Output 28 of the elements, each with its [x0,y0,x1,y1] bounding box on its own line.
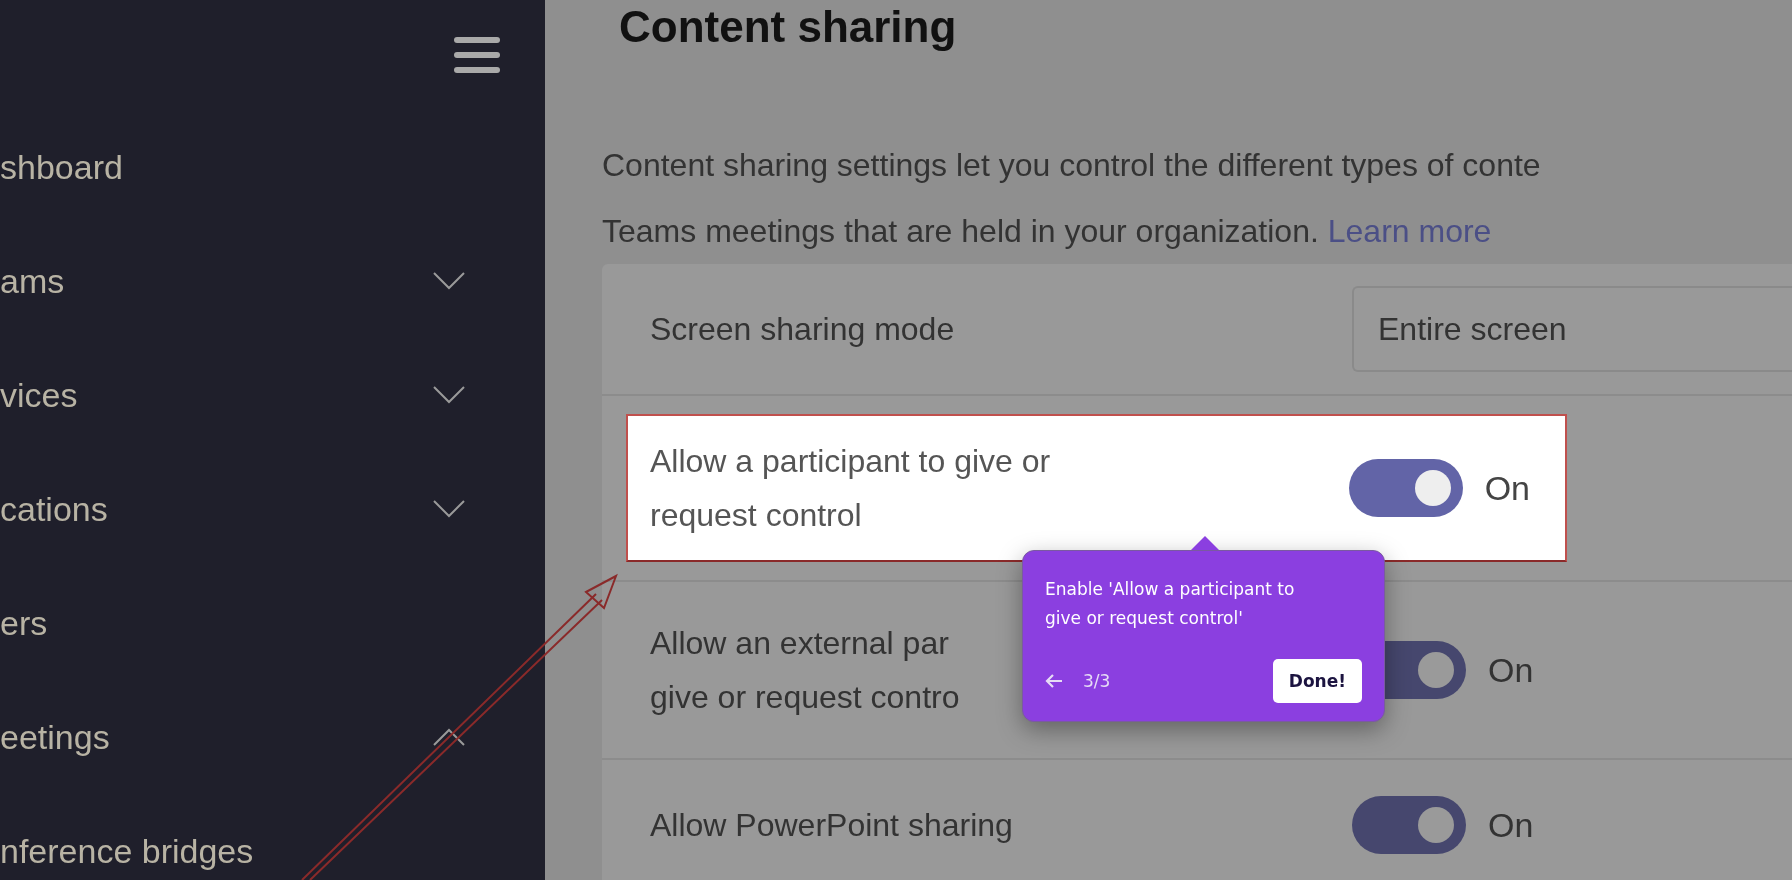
toggle-state: On [1488,805,1534,845]
setting-label: Allow PowerPoint sharing [650,806,1013,845]
sidebar-item[interactable]: nference bridges [0,831,254,871]
menu-icon[interactable] [454,35,500,75]
chevron-up-icon[interactable] [433,728,465,746]
dropdown-field[interactable]: Entire screen [1352,286,1792,372]
toggle-state: On [1484,468,1530,508]
chevron-down-icon[interactable] [433,500,465,518]
back-arrow-icon[interactable] [1045,674,1063,688]
sidebar-item[interactable]: cations [0,489,108,529]
sidebar-item[interactable]: ers [0,603,48,643]
sidebar-item[interactable]: shboard [0,147,123,187]
tooltip-text: Enable 'Allow a participant to give or request control' [1045,578,1296,630]
sidebar-item[interactable]: vices [0,375,78,415]
sidebar-item[interactable]: eetings [0,717,110,757]
setting-label: Allow a participant to give or request control [650,442,1052,535]
chevron-down-icon[interactable] [433,272,465,290]
setting-label: Allow an external par give or request contro [650,624,960,717]
done-button[interactable]: Done! [1272,659,1362,703]
toggle-switch[interactable] [1348,459,1463,517]
setting-label: Screen sharing mode [650,310,955,349]
chevron-down-icon[interactable] [433,386,465,404]
step-counter: 3/3 [1083,671,1112,691]
toggle-state: On [1488,650,1534,690]
sidebar-item[interactable]: ams [0,261,65,301]
page-title: Content sharing [618,1,958,52]
toggle-switch[interactable] [1352,796,1466,854]
description-text: Content sharing settings let you control the different types of conte Teams meetings that are held in your organization. Learn more [602,146,1542,251]
